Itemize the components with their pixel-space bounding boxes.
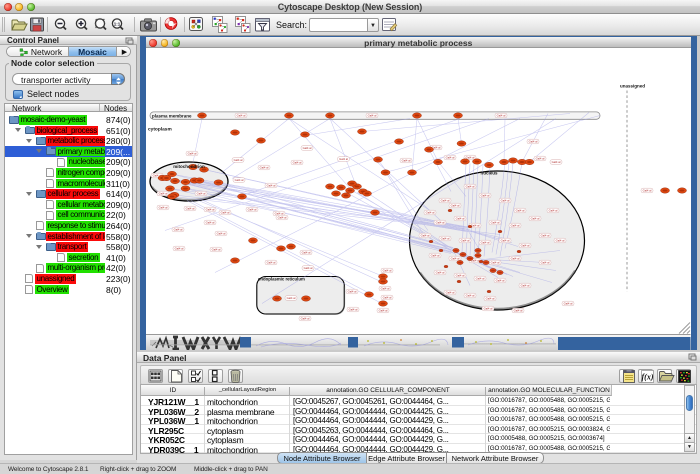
svg-text:Gal4 al: Gal4 al	[421, 234, 430, 238]
svg-text:Gal4 al: Gal4 al	[221, 211, 230, 215]
svg-text:Gal4 al: Gal4 al	[529, 140, 538, 144]
svg-text:Gal4 al: Gal4 al	[564, 302, 573, 306]
svg-text:Gal4 al: Gal4 al	[536, 157, 545, 161]
svg-text:Gal4 al: Gal4 al	[446, 156, 455, 160]
svg-text:plasma membrane: plasma membrane	[152, 113, 192, 118]
svg-text:1:1: 1:1	[114, 21, 121, 26]
svg-text:Gal4 al: Gal4 al	[436, 221, 445, 225]
svg-text:Gal4 al: Gal4 al	[511, 257, 520, 261]
svg-text:cytoplasm: cytoplasm	[148, 127, 172, 133]
svg-text:Gal4 al: Gal4 al	[175, 247, 184, 251]
svg-text:Gal4 al: Gal4 al	[501, 239, 510, 243]
svg-text:Gal4 al: Gal4 al	[267, 261, 276, 265]
svg-text:Gal4 al: Gal4 al	[541, 261, 550, 265]
svg-text:Gal4 al: Gal4 al	[303, 146, 312, 150]
svg-text:Gal4 al: Gal4 al	[461, 239, 470, 243]
svg-text:Gal4 al: Gal4 al	[481, 194, 490, 198]
svg-text:Gal4 al: Gal4 al	[379, 309, 388, 313]
svg-text:Gal4 al: Gal4 al	[174, 228, 183, 232]
svg-text:Gal4 al: Gal4 al	[466, 185, 475, 189]
svg-text:Gal4 al: Gal4 al	[511, 224, 520, 228]
svg-text:Gal4 al: Gal4 al	[302, 251, 311, 255]
svg-text:Gal4 al: Gal4 al	[267, 184, 276, 188]
svg-text:Gal4 al: Gal4 al	[486, 297, 495, 301]
svg-text:Gal4 al: Gal4 al	[514, 309, 523, 313]
svg-text:Gal4 al: Gal4 al	[446, 291, 455, 295]
svg-text:Gal4 al: Gal4 al	[217, 232, 226, 236]
svg-text:endoplasmic reticulum: endoplasmic reticulum	[258, 276, 305, 281]
svg-text:f(x): f(x)	[642, 373, 654, 382]
svg-text:Gal4 al: Gal4 al	[383, 269, 392, 273]
svg-text:Gal4 al: Gal4 al	[188, 152, 197, 156]
svg-text:Gal4 al: Gal4 al	[304, 266, 313, 270]
svg-text:Gal4 al: Gal4 al	[159, 192, 168, 196]
svg-text:Gal4 al: Gal4 al	[368, 114, 377, 118]
svg-text:Gal4 al: Gal4 al	[451, 204, 460, 208]
svg-text:nucleus: nucleus	[480, 171, 498, 176]
svg-text:Gal4 al: Gal4 al	[234, 158, 243, 162]
svg-text:Gal4 al: Gal4 al	[301, 317, 310, 321]
svg-text:Gal4 al: Gal4 al	[441, 199, 450, 203]
svg-text:Gal4 al: Gal4 al	[381, 287, 390, 291]
svg-text:Gal4 al: Gal4 al	[248, 208, 257, 212]
svg-text:Gal4 al: Gal4 al	[541, 234, 550, 238]
svg-text:Gal4 al: Gal4 al	[481, 241, 490, 245]
svg-text:Gal4 al: Gal4 al	[521, 244, 530, 248]
svg-text:unassigned: unassigned	[620, 84, 645, 89]
svg-text:Gal4 al: Gal4 al	[491, 261, 500, 265]
svg-text:Gal4 al: Gal4 al	[516, 209, 525, 213]
svg-text:Gal4 al: Gal4 al	[436, 271, 445, 275]
svg-text:Gal4 al: Gal4 al	[643, 189, 652, 193]
svg-text:mitochondrion: mitochondrion	[173, 164, 205, 169]
svg-text:Gal4 al: Gal4 al	[552, 160, 561, 164]
svg-text:Gal4 al: Gal4 al	[466, 294, 475, 298]
svg-text:Gal4 al: Gal4 al	[212, 248, 221, 252]
svg-text:Gal4 al: Gal4 al	[339, 157, 348, 161]
svg-text:Gal4 al: Gal4 al	[476, 277, 485, 281]
svg-text:Gal4 al: Gal4 al	[206, 221, 215, 225]
svg-text:Gal4 al: Gal4 al	[501, 199, 510, 203]
svg-text:Gal4 al: Gal4 al	[287, 296, 296, 300]
svg-text:Gal4 al: Gal4 al	[556, 239, 565, 243]
svg-text:Gal4 al: Gal4 al	[402, 159, 411, 163]
svg-text:Gal4 al: Gal4 al	[491, 221, 500, 225]
svg-text:Gal4 al: Gal4 al	[278, 216, 287, 220]
svg-text:Gal4 al: Gal4 al	[456, 274, 465, 278]
svg-text:Gal4 al: Gal4 al	[496, 279, 505, 283]
svg-text:Gal4 al: Gal4 al	[348, 290, 357, 294]
svg-text:Gal4 al: Gal4 al	[484, 307, 493, 311]
svg-text:Gal4 al: Gal4 al	[349, 308, 358, 312]
svg-text:Gal4 al: Gal4 al	[206, 208, 215, 212]
svg-text:Gal4 al: Gal4 al	[260, 166, 269, 170]
svg-text:Gal4 al: Gal4 al	[186, 207, 195, 211]
svg-text:Gal4 al: Gal4 al	[293, 161, 302, 165]
svg-text:Gal4 al: Gal4 al	[383, 296, 392, 300]
svg-text:Gal4 al: Gal4 al	[235, 178, 244, 182]
svg-text:Gal4 al: Gal4 al	[451, 257, 460, 261]
svg-text:Gal4 al: Gal4 al	[159, 206, 168, 210]
svg-text:Gal4 al: Gal4 al	[441, 237, 450, 241]
svg-text:Gal4 al: Gal4 al	[456, 217, 465, 221]
svg-text:Gal4 al: Gal4 al	[549, 209, 558, 213]
svg-text:Gal4 al: Gal4 al	[426, 211, 435, 215]
svg-text:Gal4 al: Gal4 al	[497, 114, 506, 118]
svg-text:Gal4 al: Gal4 al	[197, 192, 206, 196]
svg-text:Gal4 al: Gal4 al	[531, 217, 540, 221]
svg-text:Gal4 al: Gal4 al	[431, 254, 440, 258]
svg-text:Gal4 al: Gal4 al	[521, 284, 530, 288]
svg-text:Gal4 al: Gal4 al	[237, 114, 246, 118]
